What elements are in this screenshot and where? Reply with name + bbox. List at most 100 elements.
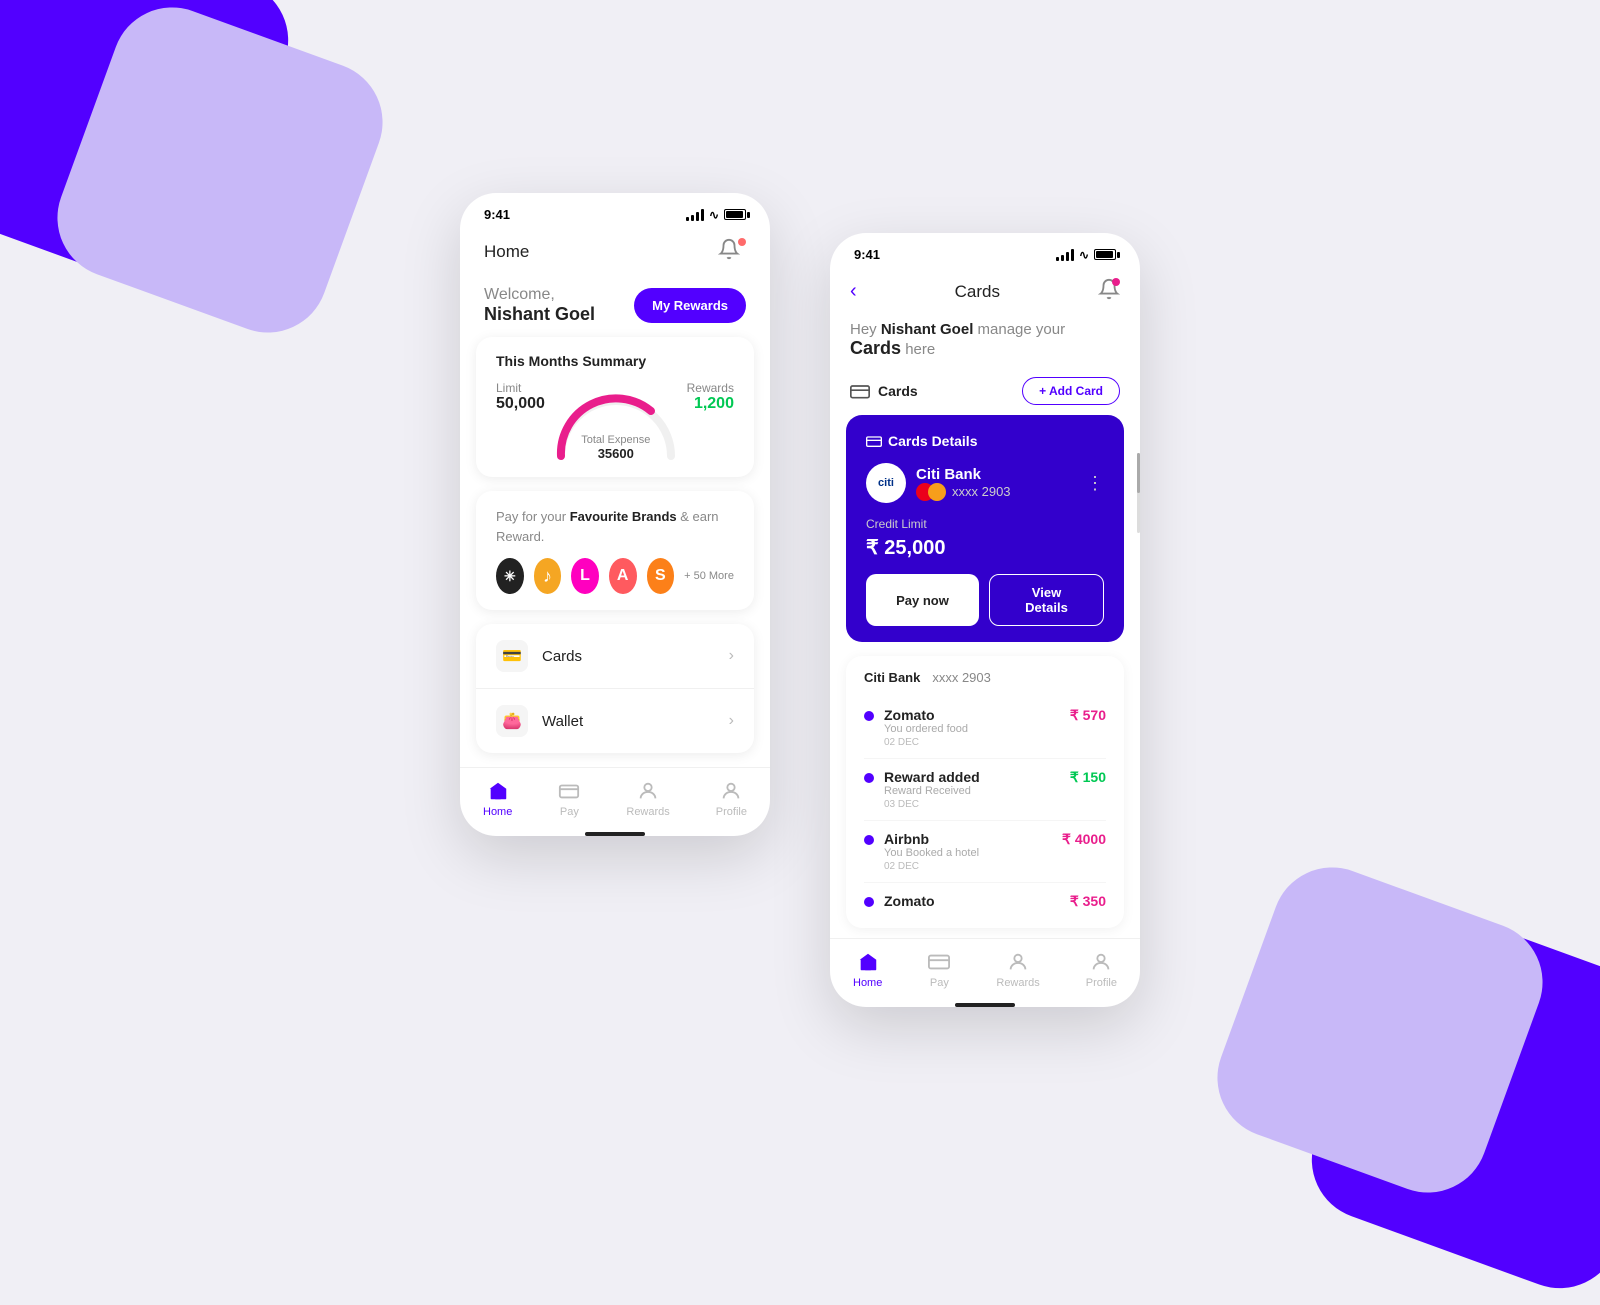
trans-dot-airbnb <box>864 835 874 845</box>
cards-nav-item-home[interactable]: Home <box>853 951 882 989</box>
summary-card: This Months Summary Limit 50,000 Total E… <box>476 337 754 477</box>
nav-item-rewards[interactable]: Rewards <box>626 780 669 818</box>
citi-logo: citi <box>866 463 906 503</box>
home-nav-bar: Home <box>460 230 770 270</box>
cards-detail-card: Cards Details citi Citi Bank xxxx 2903 <box>846 415 1124 642</box>
time-cards: 9:41 <box>854 247 880 262</box>
brand-icon-airbnb: A <box>609 558 637 594</box>
trans-left-zomato1: Zomato You ordered food 02 DEC <box>864 707 968 748</box>
trans-left-airbnb: Airbnb You Booked a hotel 02 DEC <box>864 831 979 872</box>
wifi-icon-cards: ∿ <box>1079 248 1089 262</box>
trans-amount-reward: ₹ 150 <box>1070 769 1106 786</box>
trans-name-zomato1: Zomato <box>884 707 968 723</box>
cards-nav-label-home: Home <box>853 977 882 989</box>
home-phone: 9:41 ∿ Home <box>460 193 770 836</box>
nav-item-profile-home[interactable]: Profile <box>716 780 747 818</box>
wallet-menu-left: 👛 Wallet <box>496 705 583 737</box>
cards-nav-bar: ‹ Cards <box>830 270 1140 309</box>
user-name-home: Nishant Goel <box>484 304 595 325</box>
cards-nav-item-pay[interactable]: Pay <box>928 951 950 989</box>
rewards-value: 1,200 <box>687 395 734 413</box>
cards-menu-item[interactable]: 💳 Cards › <box>476 624 754 689</box>
cards-here-text: Cards here <box>850 338 1120 359</box>
welcome-section: Welcome, Nishant Goel My Rewards <box>460 270 770 337</box>
cards-menu-left: 💳 Cards <box>496 640 582 672</box>
mastercard-logo <box>916 483 946 501</box>
battery-icon <box>724 209 746 220</box>
brand-icons: ✳ ♪ L A S + 50 More <box>496 558 734 594</box>
cards-detail-title: Cards Details <box>888 433 977 449</box>
trans-amount-zomato1: ₹ 570 <box>1070 707 1106 724</box>
cards-nav-item-profile[interactable]: Profile <box>1086 951 1117 989</box>
transaction-item-zomato2[interactable]: Zomato ₹ 350 <box>864 883 1106 914</box>
nav-item-home[interactable]: Home <box>483 780 512 818</box>
wallet-menu-item[interactable]: 👛 Wallet › <box>476 689 754 753</box>
cards-phone: 9:41 ∿ ‹ Cards <box>830 233 1140 1007</box>
nav-label-home: Home <box>483 806 512 818</box>
cards-nav-label-pay: Pay <box>930 977 949 989</box>
trans-desc-airbnb: You Booked a hotel <box>884 847 979 859</box>
transaction-item-airbnb[interactable]: Airbnb You Booked a hotel 02 DEC ₹ 4000 <box>864 821 1106 883</box>
notification-bell-cards[interactable] <box>1098 278 1120 305</box>
cards-nav-item-rewards[interactable]: Rewards <box>996 951 1039 989</box>
cards-home-indicator <box>955 1003 1015 1007</box>
status-icons-cards: ∿ <box>1056 248 1116 262</box>
credit-limit-value: ₹ 25,000 <box>866 535 1104 560</box>
my-rewards-button[interactable]: My Rewards <box>634 288 746 323</box>
trans-name-airbnb: Airbnb <box>884 831 979 847</box>
scrollbar-thumb <box>1137 453 1140 493</box>
pay-now-button[interactable]: Pay now <box>866 574 979 626</box>
status-icons-home: ∿ <box>686 208 746 222</box>
brands-text: Pay for your Favourite Brands & earn Rew… <box>496 507 734 546</box>
more-options-button[interactable]: ⋮ <box>1086 473 1104 494</box>
hey-section: Hey Nishant Goel manage your Cards here <box>830 309 1140 369</box>
trans-date-reward: 03 DEC <box>884 799 980 810</box>
trans-name-reward: Reward added <box>884 769 980 785</box>
phones-container: 9:41 ∿ Home <box>460 193 1140 1007</box>
trans-bank-header: Citi Bank xxxx 2903 <box>864 670 1106 685</box>
trans-amount-airbnb: ₹ 4000 <box>1062 831 1106 848</box>
rewards-label: Rewards <box>687 381 734 395</box>
more-brands: + 50 More <box>684 570 734 582</box>
home-bottom-nav: Home Pay Rewards <box>460 767 770 826</box>
view-details-button[interactable]: View Details <box>989 574 1104 626</box>
trans-date-zomato1: 02 DEC <box>884 737 968 748</box>
brand-icon-lyft: L <box>571 558 599 594</box>
brand-icon-music: ♪ <box>534 558 562 594</box>
transaction-item-zomato1[interactable]: Zomato You ordered food 02 DEC ₹ 570 <box>864 697 1106 759</box>
hey-text: Hey Nishant Goel manage your <box>850 321 1120 338</box>
trans-card-number: xxxx 2903 <box>932 670 991 685</box>
card-actions: Pay now View Details <box>866 574 1104 626</box>
trans-name-zomato2: Zomato <box>884 893 935 909</box>
gauge-label: Total Expense 35600 <box>581 434 650 461</box>
cards-section-label: Cards <box>878 383 918 399</box>
home-indicator <box>585 832 645 836</box>
trans-dot-zomato1 <box>864 711 874 721</box>
summary-title: This Months Summary <box>496 353 734 369</box>
notification-dot <box>738 238 746 246</box>
notification-bell-home[interactable] <box>718 238 746 266</box>
trans-left-zomato2: Zomato <box>864 893 935 909</box>
card-number: xxxx 2903 <box>916 483 1011 501</box>
brand-icon-swiggy: S <box>647 558 675 594</box>
nav-label-profile-home: Profile <box>716 806 747 818</box>
cards-menu-icon: 💳 <box>496 640 528 672</box>
trans-date-airbnb: 02 DEC <box>884 861 979 872</box>
wallet-menu-label: Wallet <box>542 713 583 730</box>
nav-item-pay[interactable]: Pay <box>558 780 580 818</box>
signal-icon <box>686 209 704 221</box>
add-card-button[interactable]: + Add Card <box>1022 377 1120 405</box>
cards-nav-title: Cards <box>955 282 1000 302</box>
wallet-chevron-icon: › <box>729 712 734 730</box>
back-button[interactable]: ‹ <box>850 280 857 303</box>
gauge-chart: Total Expense 35600 <box>546 381 686 461</box>
brand-icon-asterisk: ✳ <box>496 558 524 594</box>
transaction-item-reward[interactable]: Reward added Reward Received 03 DEC ₹ 15… <box>864 759 1106 821</box>
expense-label: Total Expense <box>581 434 650 446</box>
time-home: 9:41 <box>484 207 510 222</box>
card-number-text: xxxx 2903 <box>952 484 1011 499</box>
status-bar-cards: 9:41 ∿ <box>830 233 1140 270</box>
scrollbar[interactable] <box>1137 453 1140 533</box>
greeting-text: Welcome, <box>484 286 595 304</box>
trans-dot-reward <box>864 773 874 783</box>
